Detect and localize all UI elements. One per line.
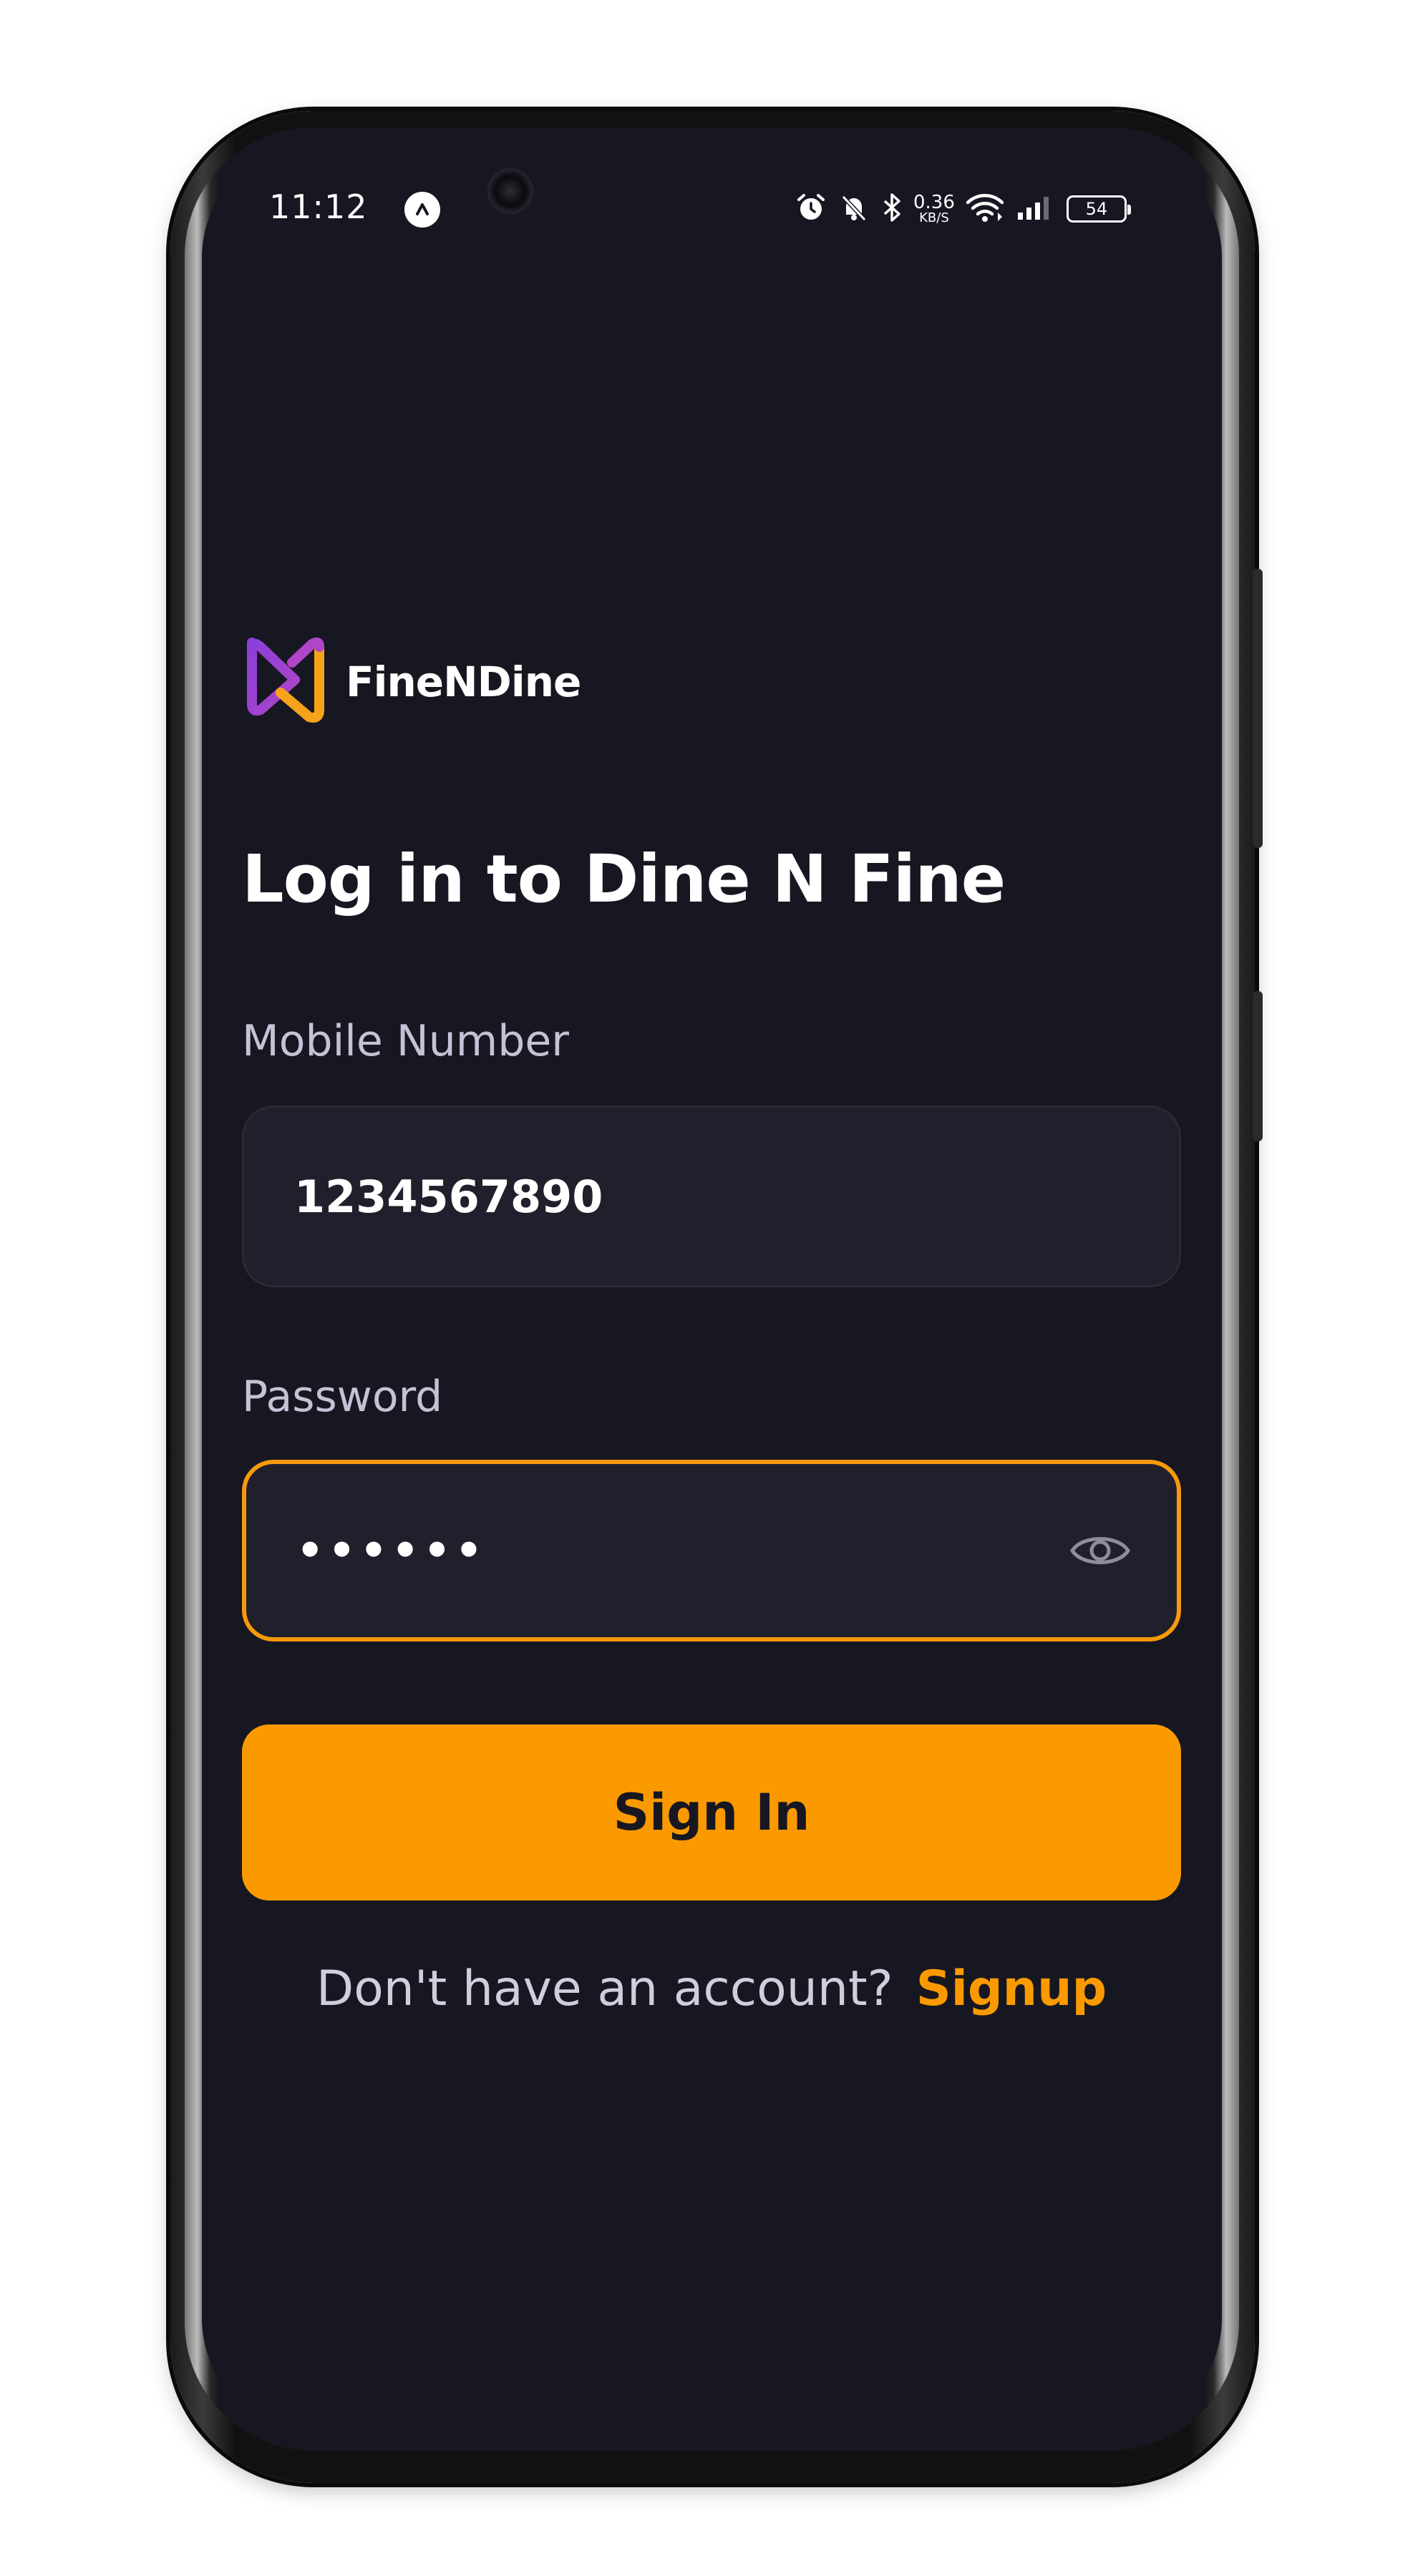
network-speed-value: 0.36	[913, 192, 955, 213]
network-speed-unit: KB/S	[919, 210, 949, 225]
brand-logo: FineNDine	[242, 630, 581, 733]
bell-muted-icon	[837, 191, 870, 228]
brand-name: FineNDine	[346, 657, 581, 706]
app-notification-icon	[404, 192, 440, 228]
volume-side-button	[1253, 991, 1263, 1141]
password-input[interactable]: ••••••	[242, 1460, 1181, 1641]
power-side-button	[1253, 569, 1263, 848]
sign-in-button[interactable]: Sign In	[242, 1724, 1181, 1901]
status-time: 11:12	[269, 187, 368, 226]
signup-link[interactable]: Signup	[916, 1961, 1107, 2017]
mobile-number-label: Mobile Number	[242, 1016, 569, 1066]
eye-icon[interactable]	[1068, 1529, 1132, 1572]
password-value: ••••••	[296, 1526, 487, 1576]
network-speed: 0.36 KB/S	[913, 193, 955, 225]
bluetooth-icon	[880, 191, 903, 228]
battery-icon: 54	[1066, 195, 1131, 223]
finendine-logo-icon	[242, 630, 331, 733]
battery-level: 54	[1085, 199, 1108, 219]
alarm-icon	[795, 191, 827, 228]
phone-screen	[202, 143, 1222, 2433]
signal-icon	[1015, 191, 1052, 228]
status-icons: 0.36 KB/S 54	[795, 187, 1131, 230]
mobile-number-input[interactable]: 1234567890	[242, 1106, 1181, 1287]
signup-prompt: Don't have an account?	[316, 1961, 893, 2017]
wifi-icon	[965, 191, 1005, 228]
page-title: Log in to Dine N Fine	[242, 841, 1006, 917]
mobile-number-value: 1234567890	[294, 1170, 603, 1223]
signup-row: Don't have an account? Signup	[242, 1961, 1181, 2017]
password-label: Password	[242, 1372, 443, 1422]
front-camera	[487, 168, 533, 214]
